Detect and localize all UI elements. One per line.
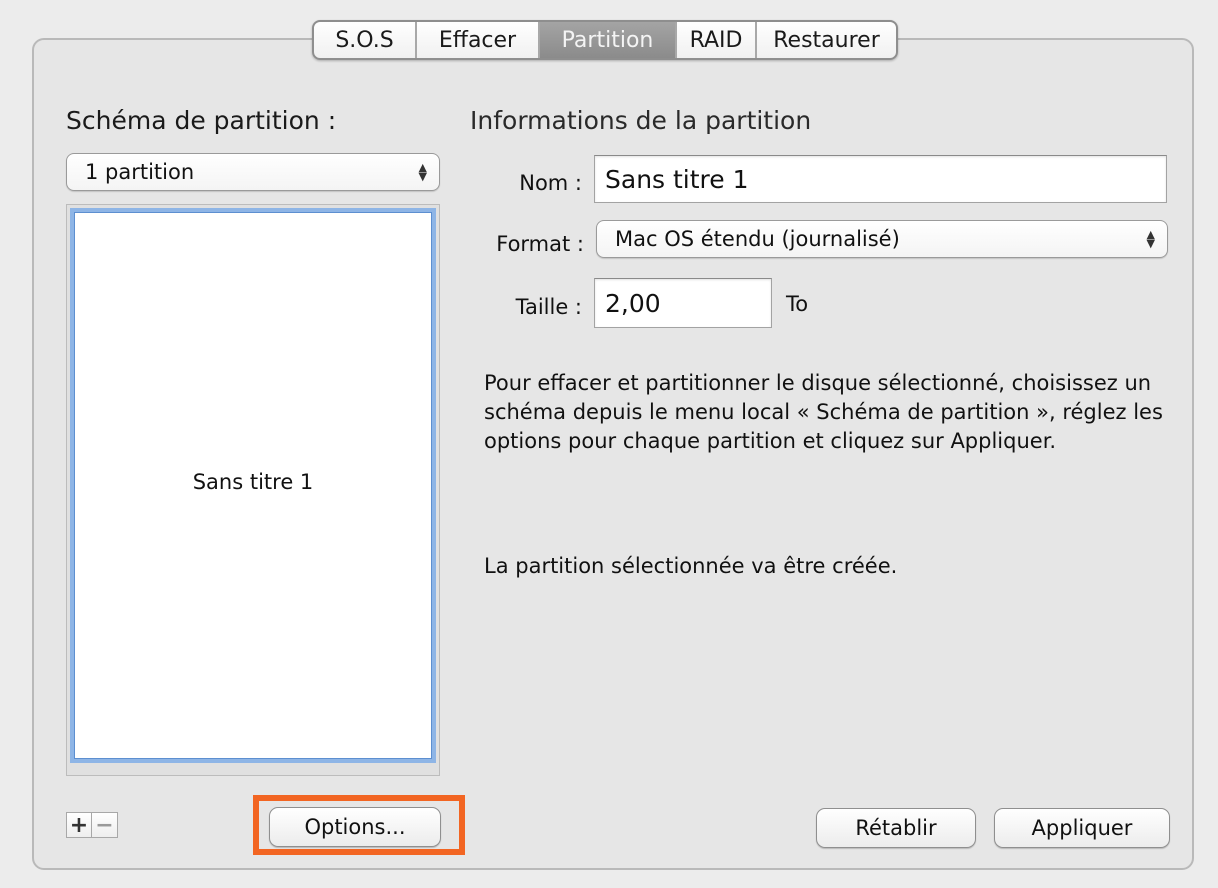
add-remove-partition-controls: + − [66,812,118,838]
status-text: La partition sélectionnée va être créée. [484,554,898,578]
format-select[interactable]: Mac OS étendu (journalisé) ▲ ▼ [596,220,1168,258]
remove-partition-button[interactable]: − [92,812,118,838]
partition-scheme-select[interactable]: 1 partition ▲ ▼ [66,153,440,191]
revert-button[interactable]: Rétablir [816,808,976,848]
add-partition-button[interactable]: + [66,812,92,838]
partition-block[interactable]: Sans titre 1 [70,208,436,763]
up-down-chevron-icon: ▲ ▼ [1146,228,1155,250]
partition-scheme-heading: Schéma de partition : [66,106,337,135]
name-field[interactable]: Sans titre 1 [594,155,1167,203]
options-button[interactable]: Options... [269,807,441,847]
instructions-text: Pour effacer et partitionner le disque s… [484,371,1163,453]
tab-restaurer[interactable]: Restaurer [757,22,896,58]
partition-scheme-value: 1 partition [85,160,195,184]
tab-bar: S.O.S Effacer Partition RAID Restaurer [312,20,898,60]
size-label: Taille : [515,295,582,319]
format-label: Format : [496,232,584,256]
partition-block-label: Sans titre 1 [192,469,314,494]
name-label: Nom : [519,171,582,195]
size-field[interactable]: 2,00 [594,278,772,328]
partition-map: Sans titre 1 [66,204,440,776]
format-value: Mac OS étendu (journalisé) [615,227,900,251]
size-unit-label: To [786,292,809,316]
tab-raid[interactable]: RAID [677,22,757,58]
tab-partition[interactable]: Partition [540,22,677,58]
apply-button[interactable]: Appliquer [994,808,1170,848]
tab-sos[interactable]: S.O.S [314,22,417,58]
up-down-chevron-icon: ▲ ▼ [418,161,427,183]
partition-info-heading: Informations de la partition [470,106,812,135]
tab-effacer[interactable]: Effacer [417,22,540,58]
